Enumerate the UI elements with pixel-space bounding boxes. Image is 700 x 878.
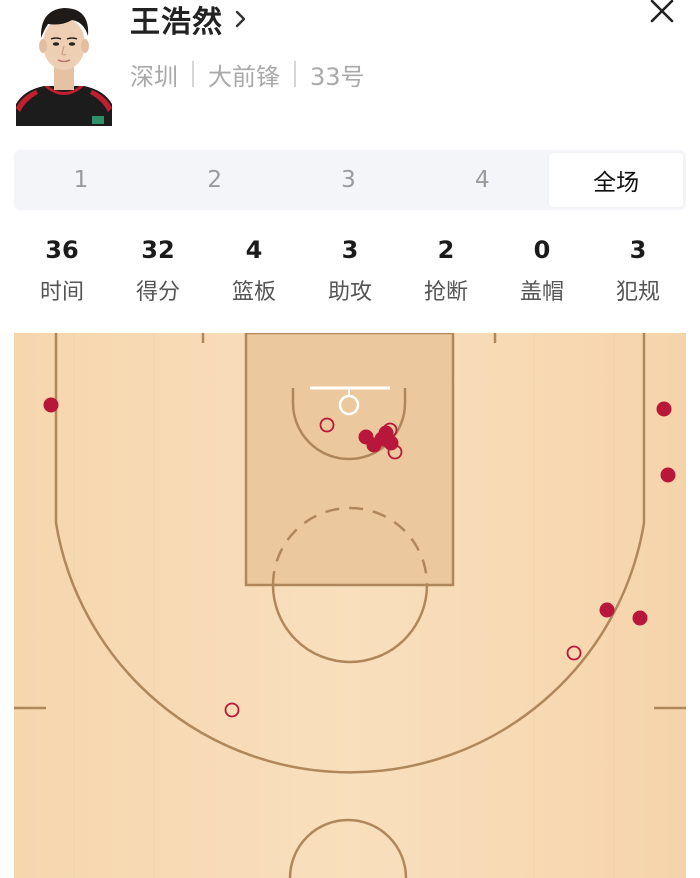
made-shot <box>43 397 59 413</box>
tab-period-2[interactable]: 2 <box>148 150 282 210</box>
stats-row: 36 时间 32 得分 4 篮板 3 助攻 2 抢断 0 盖帽 3 犯规 <box>14 232 686 312</box>
stat-value: 3 <box>629 236 647 264</box>
player-name-row[interactable]: 王浩然 <box>130 0 249 41</box>
stat-label: 犯规 <box>615 280 660 305</box>
stat-minutes: 36 时间 <box>14 232 110 312</box>
made-shot <box>383 435 399 451</box>
stat-points: 32 得分 <box>110 232 206 312</box>
player-number: 33号 <box>310 62 365 91</box>
made-shot <box>660 467 676 483</box>
stat-label: 盖帽 <box>519 280 564 305</box>
tab-period-1[interactable]: 1 <box>14 150 148 210</box>
stat-rebounds: 4 篮板 <box>206 232 302 312</box>
player-team: 深圳 <box>130 62 178 91</box>
chevron-right-icon[interactable] <box>233 8 249 30</box>
shot-chart-court <box>14 333 686 878</box>
stat-label: 时间 <box>39 280 84 305</box>
player-position: 大前锋 <box>208 62 280 91</box>
stat-value: 4 <box>245 236 263 264</box>
stat-assists: 3 助攻 <box>302 232 398 312</box>
tab-full-game[interactable]: 全场 <box>549 153 683 207</box>
stat-value: 2 <box>437 236 455 264</box>
stat-value: 32 <box>141 236 175 264</box>
player-avatar <box>14 0 114 126</box>
stat-fouls: 3 犯规 <box>590 232 686 312</box>
meta-divider <box>294 61 296 87</box>
stat-value: 3 <box>341 236 359 264</box>
stat-steals: 2 抢断 <box>398 232 494 312</box>
stat-label: 抢断 <box>423 280 468 305</box>
tab-period-3[interactable]: 3 <box>282 150 416 210</box>
stat-label: 篮板 <box>231 280 276 305</box>
made-shot <box>632 610 648 626</box>
close-icon[interactable] <box>647 0 677 24</box>
close-button[interactable] <box>647 0 677 24</box>
tab-period-4[interactable]: 4 <box>415 150 549 210</box>
player-shot-chart-page: 王浩然 深圳 大前锋 33号 1 2 3 4 全场 36 时间 32 得分 4 … <box>0 0 700 878</box>
player-meta: 深圳 大前锋 33号 <box>130 56 365 92</box>
made-shot <box>599 602 615 618</box>
stat-label: 得分 <box>135 280 180 305</box>
made-shot <box>656 401 672 417</box>
stat-value: 36 <box>45 236 79 264</box>
stat-blocks: 0 盖帽 <box>494 232 590 312</box>
stat-label: 助攻 <box>327 280 372 305</box>
player-name[interactable]: 王浩然 <box>130 0 223 41</box>
court-svg <box>14 333 686 878</box>
meta-divider <box>192 61 194 87</box>
period-tabs: 1 2 3 4 全场 <box>14 150 686 210</box>
stat-value: 0 <box>533 236 551 264</box>
